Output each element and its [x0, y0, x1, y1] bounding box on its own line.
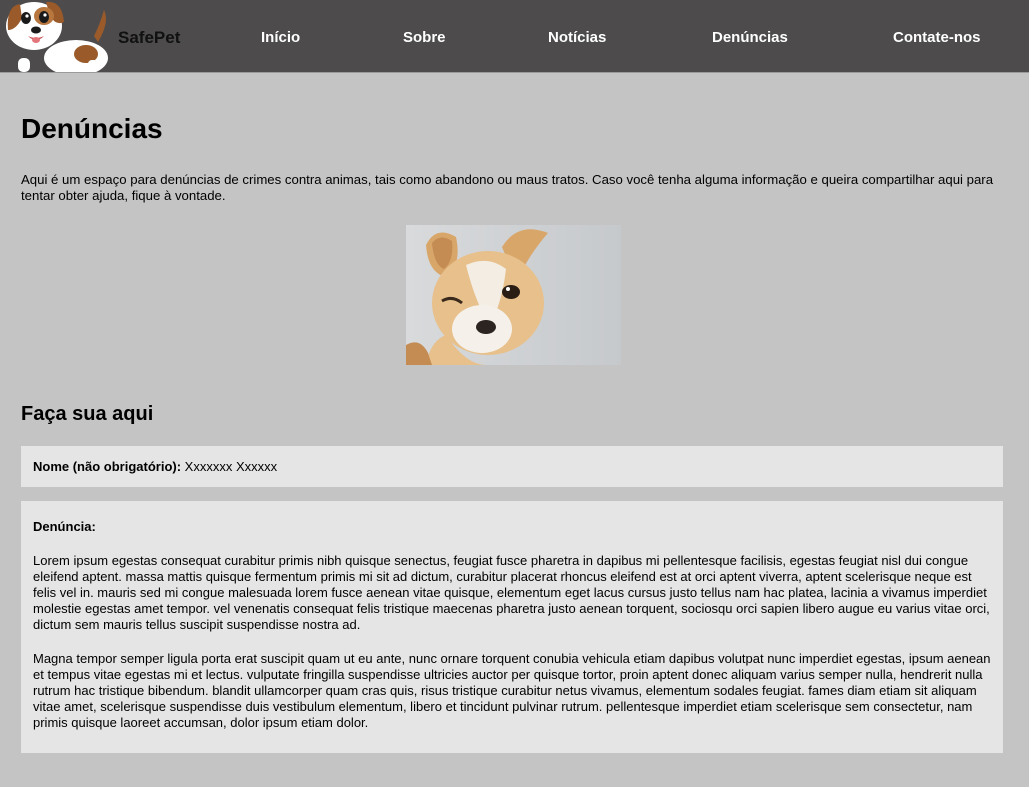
- brand-name: SafePet: [118, 28, 181, 48]
- nav-sobre[interactable]: Sobre: [403, 29, 446, 46]
- chihuahua-photo: [406, 225, 621, 365]
- logo-area[interactable]: SafePet: [0, 0, 200, 72]
- name-field[interactable]: Nome (não obrigatório): Xxxxxxx Xxxxxx: [21, 446, 1003, 487]
- dog-logo-icon: [6, 1, 108, 72]
- nav-noticias[interactable]: Notícias: [548, 29, 606, 46]
- report-paragraph: Lorem ipsum egestas consequat curabitur …: [33, 553, 990, 632]
- name-value[interactable]: Xxxxxxx Xxxxxx: [185, 459, 277, 474]
- nav-inicio[interactable]: Início: [261, 29, 300, 46]
- nav-contate-nos[interactable]: Contate-nos: [893, 29, 981, 46]
- intro-text: Aqui é um espaço para denúncias de crime…: [21, 172, 994, 203]
- name-label: Nome (não obrigatório):: [33, 459, 182, 474]
- report-field[interactable]: Denúncia: Lorem ipsum egestas consequat …: [21, 501, 1003, 753]
- form-title: Faça sua aqui: [21, 403, 154, 425]
- nav-denuncias[interactable]: Denúncias: [712, 29, 788, 46]
- navbar: SafePet Início Sobre Notícias Denúncias …: [0, 0, 1029, 73]
- report-label: Denúncia:: [33, 519, 96, 534]
- page-title: Denúncias: [21, 113, 163, 144]
- report-paragraph: Magna tempor semper ligula porta erat su…: [33, 651, 991, 730]
